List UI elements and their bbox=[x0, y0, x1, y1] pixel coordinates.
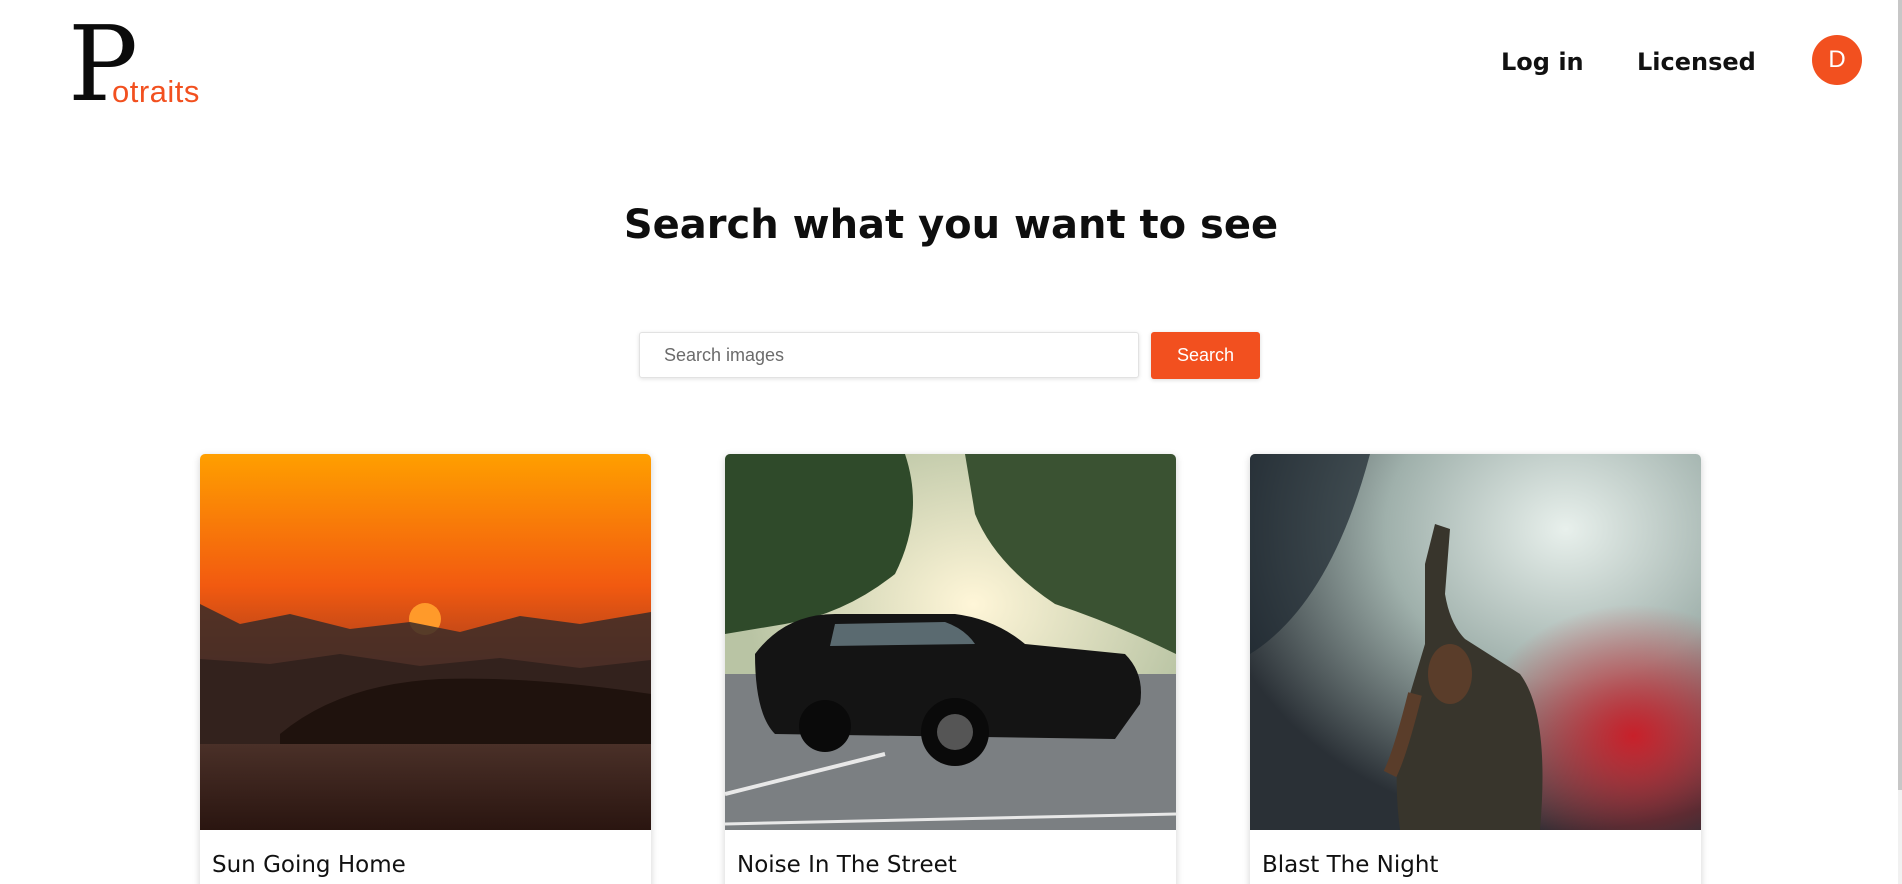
logo-text: otraits bbox=[112, 74, 200, 109]
scrollbar-thumb[interactable] bbox=[1898, 0, 1902, 790]
image-card-sun-going-home[interactable]: Sun Going Home bbox=[200, 454, 651, 884]
image-card-blast-the-night[interactable]: Blast The Night bbox=[1250, 454, 1701, 884]
page-title: Search what you want to see bbox=[623, 202, 1279, 248]
nav-login-link[interactable]: Log in bbox=[1501, 48, 1584, 76]
user-avatar[interactable]: D bbox=[1812, 35, 1862, 85]
card-title: Blast The Night bbox=[1262, 852, 1439, 878]
card-title: Sun Going Home bbox=[212, 852, 406, 878]
search-button[interactable]: Search bbox=[1151, 332, 1260, 379]
card-image-performer[interactable] bbox=[1250, 454, 1701, 830]
card-title: Noise In The Street bbox=[737, 852, 957, 878]
nav-licensed-link[interactable]: Licensed bbox=[1637, 48, 1756, 76]
logo[interactable]: P otraits bbox=[68, 12, 208, 118]
image-card-noise-in-the-street[interactable]: Noise In The Street bbox=[725, 454, 1176, 884]
search-input[interactable] bbox=[639, 332, 1139, 378]
card-image-car[interactable] bbox=[725, 454, 1176, 830]
card-image-sunset[interactable] bbox=[200, 454, 651, 830]
page: P otraits Log in Licensed D Search what … bbox=[0, 0, 1902, 884]
